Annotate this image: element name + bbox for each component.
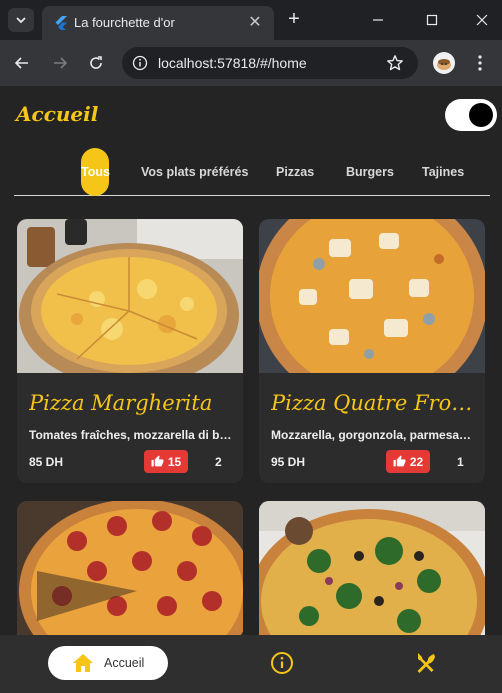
site-info-icon[interactable] <box>132 55 148 71</box>
tab-close-icon[interactable]: ✕ <box>246 14 264 32</box>
profile-avatar[interactable] <box>433 52 455 74</box>
bottom-navigation: Accueil <box>0 635 502 693</box>
thumbs-up-icon <box>151 455 164 467</box>
dish-card[interactable] <box>17 501 243 635</box>
flutter-icon <box>55 16 67 30</box>
minimize-icon[interactable] <box>368 10 388 30</box>
like-button[interactable]: 15 <box>144 450 188 473</box>
like-count: 22 <box>409 454 424 469</box>
back-icon[interactable] <box>12 53 32 73</box>
reload-icon[interactable] <box>86 53 106 73</box>
address-bar-url: localhost:57818/#/home <box>158 55 307 71</box>
dish-name: Pizza Quatre Fromages <box>271 391 477 415</box>
like-count: 15 <box>167 454 182 469</box>
browser-menu-icon[interactable] <box>470 53 490 73</box>
chevron-down-icon <box>16 17 26 24</box>
dish-description: Tomates fraîches, mozzarella di bufala, … <box>29 428 235 442</box>
app-screen: Accueil Tous Vos plats préférés Pizzas B… <box>0 86 502 693</box>
forward-icon[interactable] <box>50 53 70 73</box>
tab-burgers[interactable]: Burgers <box>346 165 394 179</box>
pizza-margherita-photo <box>17 219 243 373</box>
page-title: Accueil <box>16 102 99 126</box>
nav-home-label: Accueil <box>104 656 145 670</box>
category-tabs: Tous Vos plats préférés Pizzas Burgers T… <box>14 148 490 196</box>
dish-price: 85 DH <box>29 455 64 469</box>
tab-pizzas[interactable]: Pizzas <box>276 165 314 179</box>
dish-description: Mozzarella, gorgonzola, parmesan, chèvre <box>271 428 477 442</box>
new-tab-icon[interactable]: + <box>284 9 304 30</box>
tab-tajines[interactable]: Tajines <box>422 165 464 179</box>
browser-toolbar: localhost:57818/#/home <box>0 40 502 86</box>
browser-tab-strip: La fourchette d'or ✕ + <box>0 0 502 40</box>
tab-title: La fourchette d'or <box>74 15 175 30</box>
address-bar[interactable]: localhost:57818/#/home <box>122 47 418 79</box>
dish-card[interactable]: Pizza Margherita Tomates fraîches, mozza… <box>17 219 243 483</box>
tab-favorites[interactable]: Vos plats préférés <box>141 165 248 179</box>
home-icon <box>73 654 93 672</box>
like-button[interactable]: 22 <box>386 450 430 473</box>
pizza-vegetarienne-photo <box>259 501 485 635</box>
dish-count: 1 <box>457 455 464 469</box>
dish-count: 2 <box>215 455 222 469</box>
bookmark-star-icon[interactable] <box>386 54 404 72</box>
tab-search-button[interactable] <box>8 8 34 32</box>
window-close-icon[interactable] <box>472 10 492 30</box>
dish-card[interactable] <box>259 501 485 635</box>
browser-tab[interactable]: La fourchette d'or ✕ <box>42 6 274 40</box>
thumbs-up-icon <box>393 455 406 467</box>
dark-mode-toggle[interactable] <box>445 99 497 131</box>
maximize-icon[interactable] <box>422 10 442 30</box>
dish-price: 95 DH <box>271 455 306 469</box>
toggle-knob <box>469 103 493 127</box>
tab-tous[interactable]: Tous <box>81 148 110 196</box>
info-icon[interactable] <box>270 651 294 675</box>
restaurant-icon[interactable] <box>414 651 438 675</box>
pizza-quatre-fromages-photo <box>259 219 485 373</box>
nav-home-button[interactable]: Accueil <box>48 646 168 680</box>
dish-name: Pizza Margherita <box>29 391 213 415</box>
pizza-pepperoni-photo <box>17 501 243 635</box>
dish-card[interactable]: Pizza Quatre Fromages Mozzarella, gorgon… <box>259 219 485 483</box>
